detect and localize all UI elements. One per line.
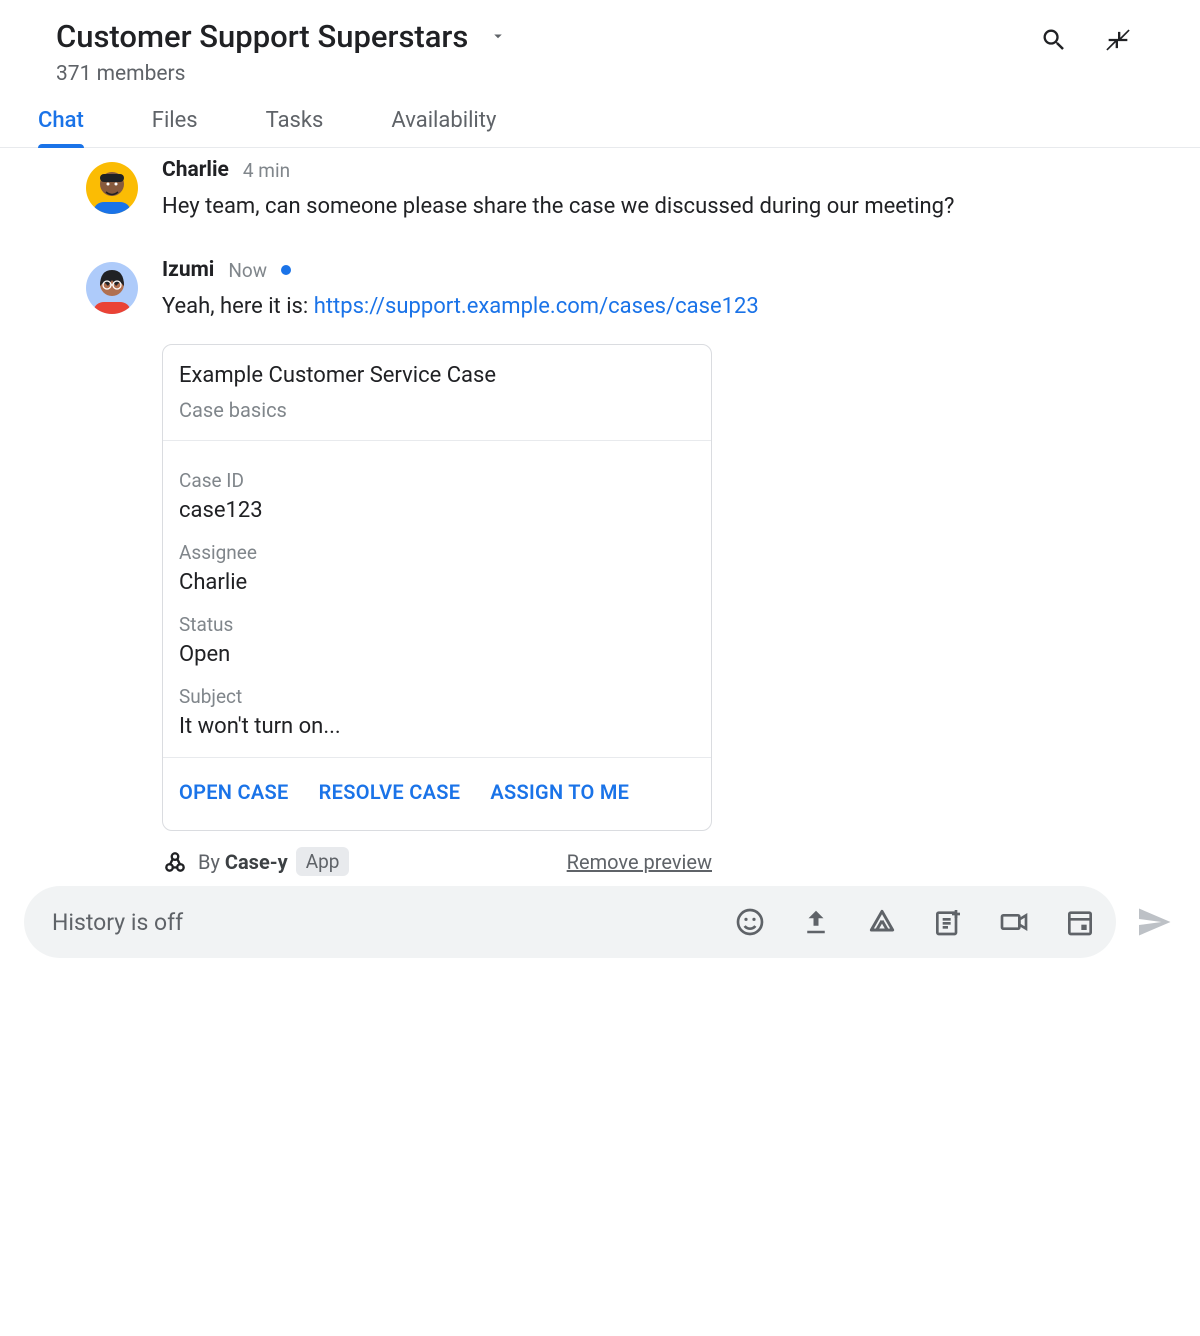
composer-area: History is off [0, 886, 1200, 958]
calendar-icon [1064, 906, 1096, 938]
message: Izumi Now Yeah, here it is: https://supp… [86, 258, 1144, 876]
video-icon [998, 906, 1030, 938]
field-label: Status [179, 613, 695, 636]
upload-icon [801, 907, 831, 937]
message-input[interactable]: History is off [24, 886, 1116, 958]
avatar[interactable] [86, 262, 138, 314]
send-button[interactable] [1132, 900, 1176, 944]
doc-add-icon [932, 906, 964, 938]
card-field: Status Open [179, 613, 695, 667]
assign-to-me-button[interactable]: ASSIGN TO ME [490, 780, 629, 804]
message-text-prefix: Yeah, here it is: [162, 294, 314, 319]
field-value: Charlie [179, 570, 695, 595]
card-field: Subject It won't turn on... [179, 685, 695, 739]
sender-name: Izumi [162, 258, 214, 282]
space-menu-dropdown[interactable] [482, 20, 514, 52]
card-title: Example Customer Service Case [179, 363, 695, 388]
field-label: Assignee [179, 541, 695, 564]
space-title: Customer Support Superstars [56, 18, 468, 55]
avatar-icon [86, 162, 138, 214]
card-subtitle: Case basics [179, 398, 695, 422]
tab-availability[interactable]: Availability [391, 108, 496, 147]
tab-bar: Chat Files Tasks Availability [0, 86, 1200, 148]
message-text: Yeah, here it is: https://support.exampl… [162, 290, 1144, 324]
avatar-icon [86, 262, 138, 314]
attribution-by: By Case-y [198, 850, 288, 874]
calendar-button[interactable] [1062, 904, 1098, 940]
card-field: Assignee Charlie [179, 541, 695, 595]
emoji-button[interactable] [732, 904, 768, 940]
app-badge: App [296, 847, 350, 876]
message-time: Now [228, 259, 267, 282]
field-value: case123 [179, 498, 695, 523]
tab-chat[interactable]: Chat [38, 108, 84, 147]
app-name: Case-y [225, 850, 288, 874]
search-icon [1040, 26, 1068, 54]
message-list: Charlie 4 min Hey team, can someone plea… [0, 148, 1200, 876]
emoji-icon [734, 906, 766, 938]
field-value: It won't turn on... [179, 714, 695, 739]
link-preview-card: Example Customer Service Case Case basic… [162, 344, 712, 831]
field-label: Subject [179, 685, 695, 708]
tab-files[interactable]: Files [152, 108, 198, 147]
create-doc-button[interactable] [930, 904, 966, 940]
avatar[interactable] [86, 162, 138, 214]
tab-tasks[interactable]: Tasks [266, 108, 324, 147]
card-field: Case ID case123 [179, 469, 695, 523]
webhook-icon [162, 849, 188, 875]
collapse-icon [1104, 26, 1132, 54]
search-button[interactable] [1036, 22, 1072, 58]
header-actions [1036, 22, 1136, 58]
drive-button[interactable] [864, 904, 900, 940]
unread-indicator-icon [281, 265, 291, 275]
member-count: 371 members [56, 62, 1144, 86]
open-case-button[interactable]: OPEN CASE [179, 780, 289, 804]
field-value: Open [179, 642, 695, 667]
message-text: Hey team, can someone please share the c… [162, 190, 1144, 224]
remove-preview-button[interactable]: Remove preview [567, 850, 712, 874]
field-label: Case ID [179, 469, 695, 492]
composer-placeholder: History is off [52, 909, 722, 936]
message: Charlie 4 min Hey team, can someone plea… [86, 158, 1144, 224]
sender-name: Charlie [162, 158, 229, 182]
space-header: Customer Support Superstars 371 members [0, 0, 1200, 86]
resolve-case-button[interactable]: RESOLVE CASE [319, 780, 461, 804]
send-icon [1136, 904, 1172, 940]
drive-icon [866, 906, 898, 938]
card-attribution: By Case-y App Remove preview [162, 847, 712, 876]
message-link[interactable]: https://support.example.com/cases/case12… [314, 294, 759, 319]
chevron-down-icon [489, 27, 507, 45]
collapse-button[interactable] [1100, 22, 1136, 58]
upload-button[interactable] [798, 904, 834, 940]
message-time: 4 min [243, 159, 290, 182]
video-meet-button[interactable] [996, 904, 1032, 940]
